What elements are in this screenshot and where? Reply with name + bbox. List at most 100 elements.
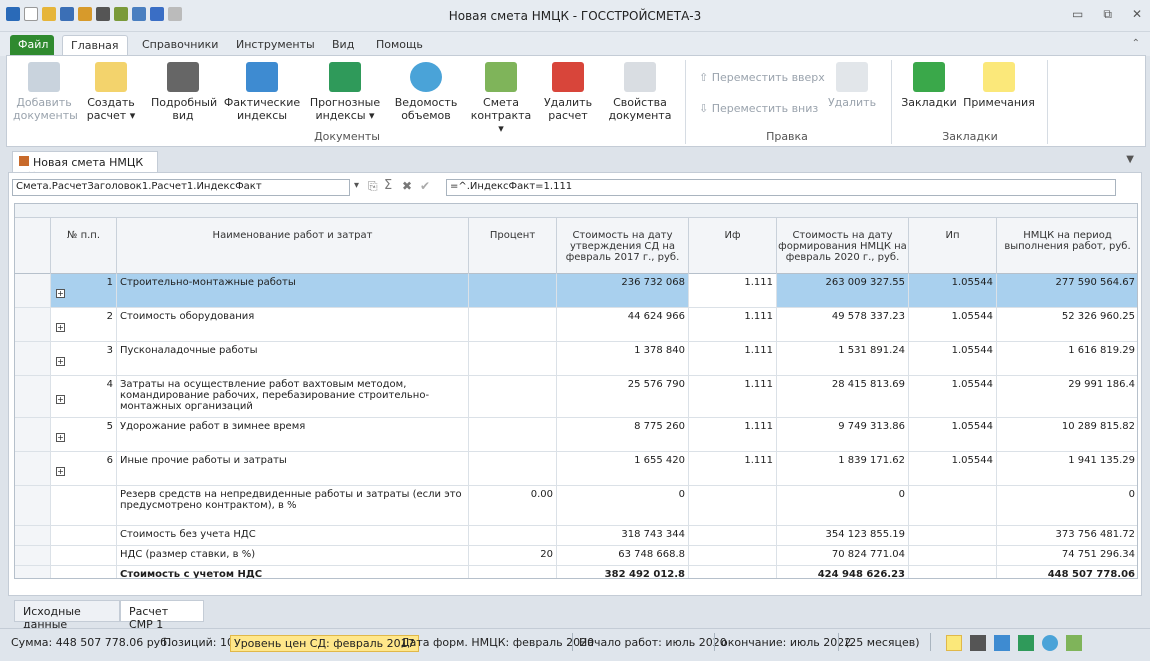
status-price-level[interactable]: Уровень цен СД: февраль 2017 bbox=[230, 635, 419, 652]
cell-cost-2017[interactable]: 1 655 420 bbox=[557, 452, 689, 486]
cell-if[interactable] bbox=[689, 526, 777, 546]
table-row[interactable]: 6 + Иные прочие работы и затраты 1 655 420 1… bbox=[15, 452, 1137, 486]
cell-name[interactable]: Стоимость без учета НДС bbox=[117, 526, 469, 546]
formula-input[interactable]: =^.ИндексФакт=1.111 bbox=[446, 179, 1116, 196]
cell-nmck[interactable]: 10 289 815.82 bbox=[997, 418, 1137, 452]
cell-nmck[interactable]: 0 bbox=[997, 486, 1137, 526]
cell-name[interactable]: Затраты на осуществление работ вахтовым … bbox=[117, 376, 469, 418]
row-gutter[interactable] bbox=[15, 274, 51, 308]
cell-if[interactable]: 1.111 bbox=[689, 376, 777, 418]
expand-icon[interactable]: + bbox=[56, 323, 65, 332]
cell-reference-field[interactable]: Смета.РасчетЗаголовок1.Расчет1.ИндексФак… bbox=[12, 179, 350, 196]
cell-cost-2020[interactable]: 1 531 891.24 bbox=[777, 342, 909, 376]
expand-icon[interactable]: + bbox=[56, 467, 65, 476]
cell-cost-2020[interactable]: 424 948 626.23 bbox=[777, 566, 909, 578]
cell-ip[interactable] bbox=[909, 566, 997, 578]
contract-estimate-icon[interactable] bbox=[1066, 635, 1082, 651]
cell-percent[interactable]: 20 bbox=[469, 546, 557, 566]
cell-percent[interactable] bbox=[469, 308, 557, 342]
restore-icon[interactable]: ⧉ bbox=[1103, 7, 1112, 22]
cell-ip[interactable]: 1.05544 bbox=[909, 452, 997, 486]
fact-indexes-button[interactable]: Фактические индексы bbox=[223, 62, 301, 122]
cell-cost-2020[interactable]: 1 839 171.62 bbox=[777, 452, 909, 486]
forecast-indexes-button[interactable]: Прогнозные индексы ▾ bbox=[307, 62, 383, 122]
cell-cost-2020[interactable]: 9 749 313.86 bbox=[777, 418, 909, 452]
sum-icon[interactable]: Σ bbox=[384, 178, 392, 193]
cell-if[interactable]: 1.111 bbox=[689, 418, 777, 452]
dropdown-icon[interactable]: ▾ bbox=[354, 180, 359, 191]
cell-cost-2020[interactable]: 0 bbox=[777, 486, 909, 526]
cell-cost-2017[interactable]: 25 576 790 bbox=[557, 376, 689, 418]
accept-icon[interactable]: ✔ bbox=[420, 179, 430, 193]
cell-cost-2017[interactable]: 8 775 260 bbox=[557, 418, 689, 452]
cell-percent[interactable] bbox=[469, 342, 557, 376]
cell-nmck[interactable]: 29 991 186.4 bbox=[997, 376, 1137, 418]
cell-cost-2020[interactable]: 263 009 327.55 bbox=[777, 274, 909, 308]
volumes-icon[interactable] bbox=[1042, 635, 1058, 651]
row-gutter[interactable] bbox=[15, 526, 51, 546]
cell-if[interactable] bbox=[689, 566, 777, 578]
cell-cost-2020[interactable]: 354 123 855.19 bbox=[777, 526, 909, 546]
col-header-nmck[interactable]: НМЦК на период выполнения работ, руб. bbox=[997, 218, 1137, 274]
row-gutter[interactable] bbox=[15, 566, 51, 578]
col-header-name[interactable]: Наименование работ и затрат bbox=[117, 218, 469, 274]
row-gutter[interactable] bbox=[15, 546, 51, 566]
cell-if[interactable]: 1.111 bbox=[689, 274, 777, 308]
delete-button[interactable]: Удалить bbox=[827, 62, 877, 109]
cell-cost-2017[interactable]: 1 378 840 bbox=[557, 342, 689, 376]
cell-nmck[interactable]: 373 756 481.72 bbox=[997, 526, 1137, 546]
table-row[interactable]: 5 + Удорожание работ в зимнее время 8 775 2… bbox=[15, 418, 1137, 452]
cell-if[interactable] bbox=[689, 486, 777, 526]
cell-nmck[interactable]: 1 616 819.29 bbox=[997, 342, 1137, 376]
cell-cost-2020[interactable]: 70 824 771.04 bbox=[777, 546, 909, 566]
add-documents-button[interactable]: Добавить документы bbox=[13, 62, 78, 122]
cell-percent[interactable] bbox=[469, 526, 557, 546]
cancel-icon[interactable]: ✖ bbox=[402, 179, 412, 193]
col-header-percent[interactable]: Процент bbox=[469, 218, 557, 274]
doc-properties-button[interactable]: Свойства документа bbox=[603, 62, 677, 122]
cell-ip[interactable]: 1.05544 bbox=[909, 308, 997, 342]
tab-help[interactable]: Помощь bbox=[368, 35, 431, 56]
cell-number[interactable] bbox=[51, 546, 117, 566]
notes-button[interactable]: Примечания bbox=[963, 62, 1035, 109]
cell-ip[interactable]: 1.05544 bbox=[909, 376, 997, 418]
cell-if[interactable] bbox=[689, 546, 777, 566]
tab-list-icon[interactable]: ▼ bbox=[1126, 154, 1134, 165]
col-header-number[interactable]: № п.п. bbox=[51, 218, 117, 274]
volumes-button[interactable]: Ведомость объемов bbox=[391, 62, 461, 122]
table-row[interactable]: 4 + Затраты на осуществление работ вахтовы… bbox=[15, 376, 1137, 418]
cell-ip[interactable]: 1.05544 bbox=[909, 418, 997, 452]
cell-ip[interactable]: 1.05544 bbox=[909, 342, 997, 376]
detail-view-button[interactable]: Подробный вид bbox=[151, 62, 217, 122]
cell-name[interactable]: НДС (размер ставки, в %) bbox=[117, 546, 469, 566]
cell-percent[interactable]: 0.00 bbox=[469, 486, 557, 526]
tab-file[interactable]: Файл bbox=[10, 35, 54, 56]
expand-icon[interactable]: + bbox=[56, 395, 65, 404]
cell-nmck[interactable]: 52 326 960.25 bbox=[997, 308, 1137, 342]
cell-if[interactable]: 1.111 bbox=[689, 452, 777, 486]
table-row[interactable]: НДС (размер ставки, в %) 20 63 748 668.8 70… bbox=[15, 546, 1137, 566]
table-row[interactable]: Стоимость с учетом НДС 382 492 012.8 424 9… bbox=[15, 566, 1137, 578]
cell-name[interactable]: Иные прочие работы и затраты bbox=[117, 452, 469, 486]
document-tab[interactable]: Новая смета НМЦК ✕ bbox=[12, 151, 158, 182]
col-header-cost-2020[interactable]: Стоимость на дату формирования НМЦК на ф… bbox=[777, 218, 909, 274]
create-calc-button[interactable]: Создать расчет ▾ bbox=[81, 62, 141, 122]
forecast-indexes-icon[interactable] bbox=[1018, 635, 1034, 651]
row-gutter[interactable] bbox=[15, 342, 51, 376]
cell-nmck[interactable]: 74 751 296.34 bbox=[997, 546, 1137, 566]
table-row[interactable]: Резерв средств на непредвиденные работы … bbox=[15, 486, 1137, 526]
delete-calc-button[interactable]: Удалить расчет bbox=[543, 62, 593, 122]
move-down-button[interactable]: ⇩ Переместить вниз bbox=[699, 102, 818, 115]
tab-references[interactable]: Справочники bbox=[134, 35, 226, 56]
col-header-ip[interactable]: Ип bbox=[909, 218, 997, 274]
cell-ip[interactable] bbox=[909, 486, 997, 526]
cell-percent[interactable] bbox=[469, 376, 557, 418]
cell-cost-2017[interactable]: 382 492 012.8 bbox=[557, 566, 689, 578]
note-icon[interactable] bbox=[946, 635, 962, 651]
table-row[interactable]: 1 + Строительно-монтажные работы 236 732 06… bbox=[15, 274, 1137, 308]
function-icon[interactable]: ⎘ bbox=[368, 179, 378, 194]
cell-name[interactable]: Строительно-монтажные работы bbox=[117, 274, 469, 308]
tab-tools[interactable]: Инструменты bbox=[228, 35, 323, 56]
cell-if[interactable]: 1.111 bbox=[689, 342, 777, 376]
cell-percent[interactable] bbox=[469, 274, 557, 308]
